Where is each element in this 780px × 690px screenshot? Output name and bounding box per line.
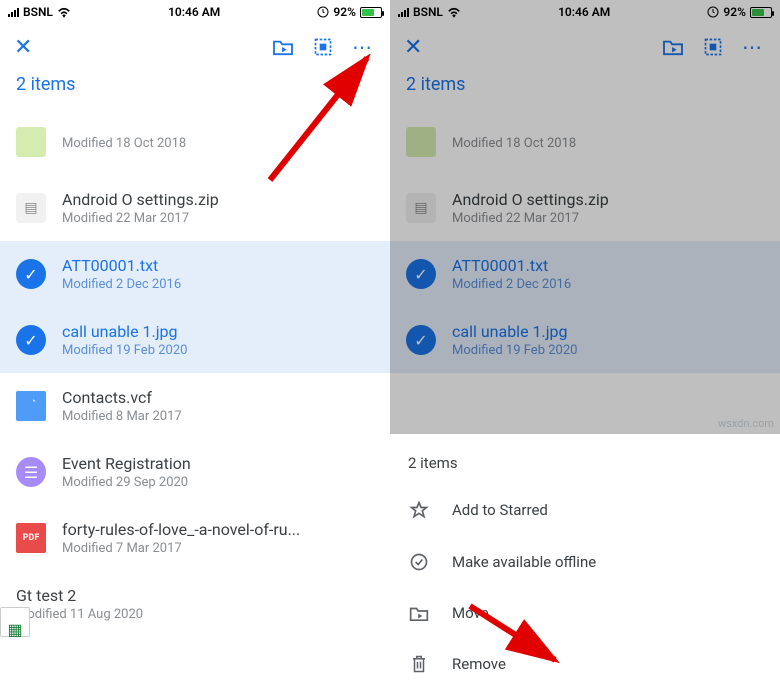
more-options-icon[interactable]: ⋯: [350, 34, 376, 60]
file-row-selected[interactable]: ✓ ATT00001.txt Modified 2 Dec 2016: [390, 241, 780, 307]
file-name: Contacts.vcf: [62, 388, 374, 407]
contact-icon: [16, 391, 46, 421]
selected-check-icon: ✓: [406, 325, 436, 355]
battery-percent: 92%: [723, 5, 746, 19]
selected-check-icon: ✓: [16, 259, 46, 289]
form-icon: ☰: [16, 457, 46, 487]
selection-count: 2 items: [390, 70, 780, 109]
select-all-icon[interactable]: [700, 34, 726, 60]
battery-icon: [360, 7, 382, 18]
wifi-icon: [447, 7, 461, 18]
file-row[interactable]: ▤ Android O settings.zip Modified 22 Mar…: [390, 175, 780, 241]
file-modified: Modified 19 Feb 2020: [62, 343, 374, 358]
zip-icon: ▤: [16, 193, 46, 223]
wifi-icon: [57, 7, 71, 18]
file-name: Android O settings.zip: [452, 190, 764, 209]
file-row[interactable]: Modified 18 Oct 2018: [390, 109, 780, 175]
clock: 10:46 AM: [71, 5, 318, 19]
signal-icon: [8, 8, 19, 17]
file-name: call unable 1.jpg: [452, 322, 764, 341]
file-name: call unable 1.jpg: [62, 322, 374, 341]
close-button[interactable]: ✕: [404, 35, 422, 60]
file-modified: Modified 22 Mar 2017: [452, 211, 764, 226]
signal-icon: [398, 8, 409, 17]
file-modified: Modified 2 Dec 2016: [62, 277, 374, 292]
file-modified: Modified 19 Feb 2020: [452, 343, 764, 358]
selection-count: 2 items: [0, 70, 390, 109]
file-row[interactable]: ☰ Event Registration Modified 29 Sep 202…: [0, 439, 390, 505]
file-name: Android O settings.zip: [62, 190, 374, 209]
move-folder-icon[interactable]: [660, 34, 686, 60]
image-thumb-icon: [406, 127, 436, 157]
screenshot-left: BSNL 10:46 AM 92% ✕ ⋯ 2 items Modified 1…: [0, 0, 390, 690]
action-label: Move: [452, 604, 489, 622]
status-bar: BSNL 10:46 AM 92%: [0, 0, 390, 24]
action-remove[interactable]: Remove: [390, 638, 780, 690]
selected-check-icon: ✓: [16, 325, 46, 355]
file-modified: Modified 22 Mar 2017: [62, 211, 374, 226]
toolbar: ✕ ⋯: [0, 24, 390, 70]
action-move[interactable]: Move: [390, 588, 780, 638]
battery-icon: [750, 7, 772, 18]
file-modified: Modified 11 Aug 2020: [16, 607, 374, 622]
watermark: wsxdn.com: [718, 417, 774, 430]
action-label: Add to Starred: [452, 501, 548, 519]
orientation-lock-icon: [707, 6, 719, 18]
zip-icon: ▤: [406, 193, 436, 223]
file-name: Gt test 2: [16, 586, 374, 605]
file-modified: Modified 18 Oct 2018: [452, 136, 764, 151]
file-row-selected[interactable]: ✓ ATT00001.txt Modified 2 Dec 2016: [0, 241, 390, 307]
close-button[interactable]: ✕: [14, 35, 32, 60]
file-name: forty-rules-of-love_-a-novel-of-ru...: [62, 520, 374, 539]
file-row[interactable]: ▤ Android O settings.zip Modified 22 Mar…: [0, 175, 390, 241]
action-label: Remove: [452, 655, 506, 673]
star-icon: [408, 500, 430, 520]
file-row-selected[interactable]: ✓ call unable 1.jpg Modified 19 Feb 2020: [390, 307, 780, 373]
file-row-selected[interactable]: ✓ call unable 1.jpg Modified 19 Feb 2020: [0, 307, 390, 373]
clock: 10:46 AM: [461, 5, 708, 19]
status-bar: BSNL 10:46 AM 92%: [390, 0, 780, 24]
image-thumb-icon: [16, 127, 46, 157]
orientation-lock-icon: [317, 6, 329, 18]
select-all-icon[interactable]: [310, 34, 336, 60]
action-label: Make available offline: [452, 553, 596, 571]
file-row[interactable]: Contacts.vcf Modified 8 Mar 2017: [0, 373, 390, 439]
file-row[interactable]: Modified 18 Oct 2018: [0, 109, 390, 175]
screenshot-right: BSNL 10:46 AM 92% ✕ ⋯ 2 items Modified 1…: [390, 0, 780, 690]
file-row[interactable]: PDF forty-rules-of-love_-a-novel-of-ru..…: [0, 505, 390, 571]
more-options-icon[interactable]: ⋯: [740, 34, 766, 60]
file-modified: Modified 29 Sep 2020: [62, 475, 374, 490]
file-name: Event Registration: [62, 454, 374, 473]
carrier-label: BSNL: [413, 5, 443, 19]
carrier-label: BSNL: [23, 5, 53, 19]
action-sheet: 2 items Add to Starred Make available of…: [390, 434, 780, 690]
file-modified: Modified 18 Oct 2018: [62, 136, 374, 151]
file-modified: Modified 7 Mar 2017: [62, 541, 374, 556]
file-modified: Modified 8 Mar 2017: [62, 409, 374, 424]
trash-icon: [408, 654, 430, 674]
action-offline[interactable]: Make available offline: [390, 536, 780, 588]
file-name: ATT00001.txt: [452, 256, 764, 275]
pdf-icon: PDF: [16, 523, 46, 553]
selected-check-icon: ✓: [406, 259, 436, 289]
offline-icon: [408, 552, 430, 572]
file-row[interactable]: ▦ Gt test 2 Modified 11 Aug 2020: [0, 571, 390, 637]
file-modified: Modified 2 Dec 2016: [452, 277, 764, 292]
toolbar: ✕ ⋯: [390, 24, 780, 70]
action-add-starred[interactable]: Add to Starred: [390, 484, 780, 536]
battery-percent: 92%: [333, 5, 356, 19]
file-name: ATT00001.txt: [62, 256, 374, 275]
sheet-icon: ▦: [0, 607, 30, 637]
move-icon: [408, 605, 430, 622]
move-folder-icon[interactable]: [270, 34, 296, 60]
sheet-title: 2 items: [390, 448, 780, 484]
